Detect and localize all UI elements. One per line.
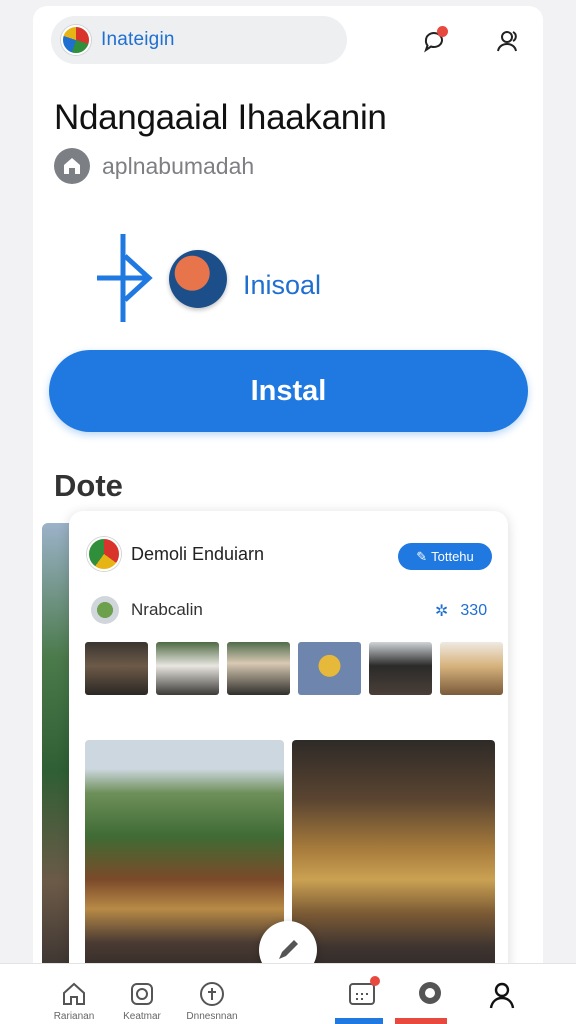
info-icon (200, 982, 224, 1006)
camera-icon (131, 983, 153, 1005)
card-logo-icon (87, 537, 121, 571)
bottom-navigation: Rarianan Keatmar Dnnesnnan (0, 963, 576, 1024)
active-tab-indicator (395, 1018, 447, 1024)
card-sub-row[interactable]: Nrabcalin (91, 596, 203, 624)
app-logo-icon (61, 25, 91, 55)
content-card[interactable]: Demoli Enduiarn ✎ Tottehu Nrabcalin ✲ 33… (69, 511, 508, 981)
notification-dot (370, 976, 380, 986)
nav-label: Dnnesnnan (186, 1011, 238, 1021)
tv-icon (91, 596, 119, 624)
notification-dot (437, 26, 448, 37)
app-screen: Inateigin Ndangaaial Ihaakanin aplnabuma… (33, 6, 543, 1024)
previous-card-peek[interactable] (42, 523, 70, 973)
card-badge-button[interactable]: ✎ Tottehu (398, 543, 492, 570)
install-promo-label: Inisoal (243, 270, 322, 300)
nav-item-home[interactable]: Rarianan (50, 980, 98, 1021)
thumbnail-image[interactable] (85, 642, 148, 695)
thumbnail-image[interactable] (298, 642, 361, 695)
nav-item-location[interactable] (406, 980, 454, 1023)
location-icon (419, 982, 441, 1004)
badge-label: Tottehu (431, 549, 474, 564)
app-name: Inateigin (101, 29, 175, 50)
thumbnail-image[interactable] (369, 642, 432, 695)
nav-item-info[interactable]: Dnnesnnan (186, 980, 238, 1021)
developer-row[interactable]: aplnabumadah (54, 148, 254, 184)
thumbnail-image[interactable] (156, 642, 219, 695)
nav-label: Rarianan (53, 1011, 95, 1021)
active-tab-indicator (335, 1018, 383, 1024)
card-title: Demoli Enduiarn (131, 543, 265, 564)
install-app-icon[interactable] (169, 250, 227, 308)
pencil-icon: ✎ (416, 548, 428, 564)
thumbnail-image[interactable] (227, 642, 290, 695)
star-icon: ✲ (435, 603, 449, 620)
gallery-photo[interactable] (85, 740, 284, 981)
thumbnail-image[interactable] (440, 642, 503, 695)
nav-label: Keatmar (123, 1011, 161, 1021)
gallery-photo[interactable] (292, 740, 495, 981)
people-icon[interactable] (493, 26, 523, 56)
install-button[interactable]: Instal (49, 350, 528, 432)
search-bar[interactable]: Inateigin (51, 16, 347, 64)
nav-item-profile[interactable] (478, 980, 526, 1023)
developer-name: aplnabumadah (102, 152, 255, 179)
thumbnail-strip (85, 642, 503, 695)
nav-item-calendar[interactable] (338, 976, 386, 1021)
rating: ✲ 330 (435, 601, 487, 621)
rating-value: 330 (460, 602, 488, 619)
chat-bubble-icon[interactable] (419, 26, 449, 56)
section-title: Dote (54, 468, 123, 503)
card-header: Demoli Enduiarn (87, 537, 264, 571)
card-sub-name: Nrabcalin (131, 600, 203, 619)
person-icon (489, 982, 515, 1009)
nav-item-camera[interactable]: Keatmar (118, 980, 166, 1021)
pen-icon (279, 940, 298, 959)
app-title: Ndangaaial Ihaakanin (54, 98, 387, 137)
home-icon (54, 148, 90, 184)
arrow-right-icon (97, 234, 153, 322)
home-icon (63, 982, 85, 1005)
